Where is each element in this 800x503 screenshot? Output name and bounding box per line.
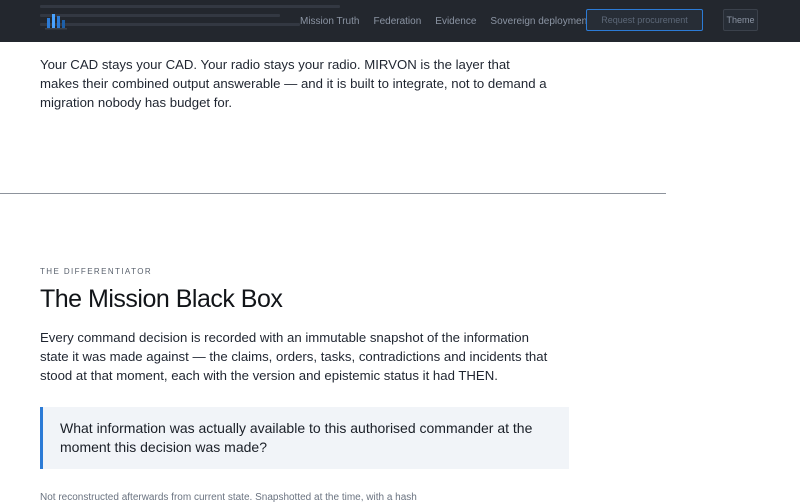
main-nav: Mission Truth Federation Evidence Sovere… xyxy=(300,0,604,42)
nav-link-evidence[interactable]: Evidence xyxy=(435,16,476,27)
section-eyebrow: THE DIFFERENTIATOR xyxy=(40,267,153,276)
question-callout: What information was actually available … xyxy=(40,407,569,469)
callout-text: What information was actually available … xyxy=(60,420,533,455)
theme-toggle-button[interactable]: Theme xyxy=(723,9,758,31)
logo-icon[interactable] xyxy=(44,11,68,31)
cutoff-paragraph: Not reconstructed afterwards from curren… xyxy=(40,492,417,503)
request-procurement-button[interactable]: Request procurement xyxy=(586,9,703,31)
intro-paragraph: Your CAD stays your CAD. Your radio stay… xyxy=(40,57,547,110)
underlying-text-ghost xyxy=(40,5,340,31)
top-navbar: Mission Truth Federation Evidence Sovere… xyxy=(0,0,800,42)
section-divider xyxy=(0,193,666,194)
nav-link-mission-truth[interactable]: Mission Truth xyxy=(300,16,359,27)
section-body: Every command decision is recorded with … xyxy=(40,330,548,383)
nav-link-sovereign-deployment[interactable]: Sovereign deployment xyxy=(490,16,590,27)
nav-link-federation[interactable]: Federation xyxy=(373,16,421,27)
section-title: The Mission Black Box xyxy=(40,285,283,313)
